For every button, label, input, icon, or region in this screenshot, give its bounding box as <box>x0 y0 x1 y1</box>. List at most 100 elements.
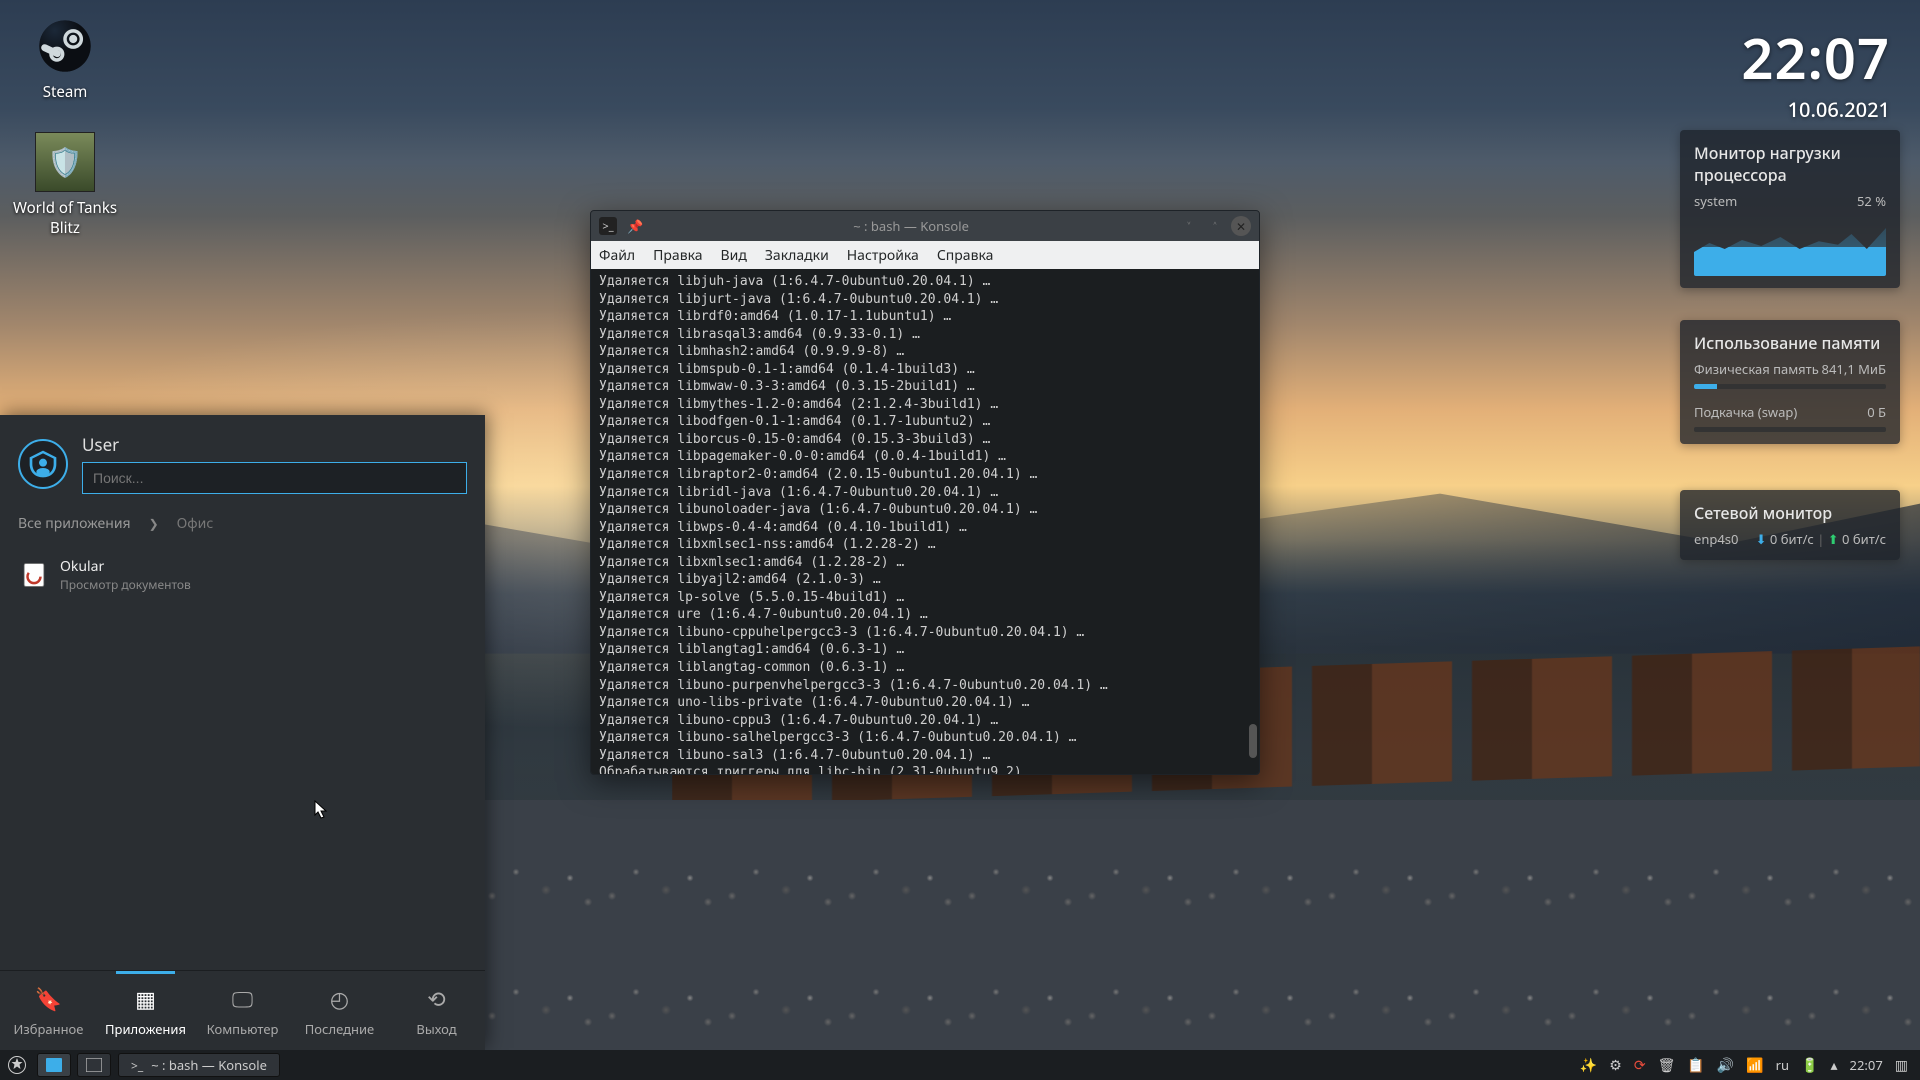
cpu-widget: Монитор нагрузки процессора system 52 % <box>1680 130 1900 288</box>
cpu-widget-title: Монитор нагрузки процессора <box>1694 142 1886 186</box>
search-input[interactable] <box>82 462 467 494</box>
tray-icon[interactable]: ✨ <box>1580 1056 1597 1075</box>
tray-update-icon[interactable]: ⟳ <box>1634 1056 1646 1075</box>
tray-notifications-icon[interactable]: ▥ <box>1895 1056 1908 1075</box>
menu-settings[interactable]: Настройка <box>847 246 919 265</box>
terminal-line: Удаляется librdf0:amd64 (1.0.17-1.1ubunt… <box>599 308 1251 326</box>
terminal-line: Удаляется uno-libs-private (1:6.4.7-0ubu… <box>599 694 1251 712</box>
terminal-line: Удаляется libuno-sal3 (1:6.4.7-0ubuntu0.… <box>599 747 1251 765</box>
launcher-tabs: 🔖 Избранное ▦ Приложения 🖵 Компьютер ◴ П… <box>0 970 485 1050</box>
app-item-name: Okular <box>60 557 191 576</box>
terminal-line: Удаляется libridl-java (1:6.4.7-0ubuntu0… <box>599 484 1251 502</box>
terminal-line: Удаляется lp-solve (5.5.0.15-4build1) … <box>599 589 1251 607</box>
tray-expand-icon[interactable]: ▴ <box>1831 1056 1838 1075</box>
crumb-all-apps[interactable]: Все приложения <box>18 514 131 533</box>
cpu-graph <box>1694 216 1886 276</box>
terminal-line: Удаляется ure (1:6.4.7-0ubuntu0.20.04.1)… <box>599 606 1251 624</box>
menu-bookmarks[interactable]: Закладки <box>765 246 829 265</box>
terminal-line: Удаляется librasqal3:amd64 (0.9.33-0.1) … <box>599 326 1251 344</box>
cpu-value: 52 % <box>1857 192 1886 210</box>
tab-computer[interactable]: 🖵 Компьютер <box>194 971 291 1050</box>
system-tray: ✨ ⚙ ⟳ 🗑 📋 🔊 📶 ru 🔋 ▴ 22:07 ▥ <box>1568 1050 1920 1080</box>
tab-recent[interactable]: ◴ Последние <box>291 971 388 1050</box>
tab-leave[interactable]: ⟲ Выход <box>388 971 485 1050</box>
terminal-line: Удаляется libuno-cppu3 (1:6.4.7-0ubuntu0… <box>599 712 1251 730</box>
terminal-line: Удаляется libmwaw-0.3-3:amd64 (0.3.15-2b… <box>599 378 1251 396</box>
terminal-line: Удаляется libmhash2:amd64 (0.9.9.9-8) … <box>599 343 1251 361</box>
app-item-desc: Просмотр документов <box>60 576 191 593</box>
menu-view[interactable]: Вид <box>721 246 747 265</box>
tray-network-icon[interactable]: 📶 <box>1746 1056 1763 1075</box>
crumb-category[interactable]: Офис <box>177 514 214 533</box>
menubar: Файл Правка Вид Закладки Настройка Справ… <box>591 241 1259 269</box>
okular-icon <box>20 561 48 589</box>
mem-swap-label: Подкачка (swap) <box>1694 403 1797 421</box>
steam-icon <box>33 14 97 78</box>
mem-swap-value: 0 Б <box>1867 403 1886 421</box>
pinned-filemanager[interactable] <box>77 1053 111 1077</box>
tab-applications[interactable]: ▦ Приложения <box>97 971 194 1050</box>
maximize-button[interactable]: ˄ <box>1205 216 1225 236</box>
net-rates: ⬇ 0 бит/с | ⬆ 0 бит/с <box>1756 530 1886 548</box>
terminal-line: Удаляется libxmlsec1:amd64 (1.2.28-2) … <box>599 554 1251 572</box>
app-item-okular[interactable]: Okular Просмотр документов <box>0 549 485 601</box>
clock-widget: 22:07 10.06.2021 <box>1741 20 1890 123</box>
pin-icon[interactable]: 📌 <box>627 217 643 235</box>
tray-keyboard-layout[interactable]: ru <box>1776 1056 1789 1074</box>
tray-clipboard-icon[interactable]: 📋 <box>1687 1056 1704 1075</box>
network-widget: Сетевой монитор enp4s0 ⬇ 0 бит/с | ⬆ 0 б… <box>1680 490 1900 560</box>
tray-trash-icon[interactable]: 🗑 <box>1658 1056 1676 1075</box>
wot-icon: 🛡️ <box>33 130 97 194</box>
task-title: ~ : bash — Konsole <box>151 1056 267 1074</box>
memory-title: Использование памяти <box>1694 332 1886 354</box>
terminal-line: Удаляется libwps-0.4-4:amd64 (0.4.10-1bu… <box>599 519 1251 537</box>
titlebar[interactable]: >_ 📌 ~ : bash — Konsole ˅ ˄ ✕ <box>591 211 1259 241</box>
taskbar: >_ ~ : bash — Konsole ✨ ⚙ ⟳ 🗑 📋 🔊 📶 ru 🔋… <box>0 1050 1920 1080</box>
monitor-icon: 🖵 <box>232 984 253 1014</box>
desktop-icon-label: Steam <box>10 82 120 102</box>
cpu-label: system <box>1694 192 1737 210</box>
terminal-line: Удаляется libxmlsec1-nss:amd64 (1.2.28-2… <box>599 536 1251 554</box>
terminal-line: Удаляется liborcus-0.15-0:amd64 (0.15.3-… <box>599 431 1251 449</box>
terminal-line: Удаляется libuno-purpenvhelpergcc3-3 (1:… <box>599 677 1251 695</box>
start-button[interactable] <box>0 1050 34 1080</box>
menu-edit[interactable]: Правка <box>653 246 702 265</box>
user-avatar[interactable] <box>18 439 68 489</box>
terminal-output[interactable]: Удаляется libjuh-java (1:6.4.7-0ubuntu0.… <box>591 269 1259 774</box>
close-button[interactable]: ✕ <box>1231 216 1251 236</box>
tray-volume-icon[interactable]: 🔊 <box>1717 1056 1734 1075</box>
app-launcher: User Все приложения ❯ Офис Okular Просмо… <box>0 415 485 1050</box>
mouse-cursor <box>314 800 328 820</box>
desktop-icon-wot[interactable]: 🛡️ World of Tanks Blitz <box>10 130 120 238</box>
chevron-right-icon: ❯ <box>149 515 159 532</box>
username-label: User <box>82 433 467 456</box>
clock-date: 10.06.2021 <box>1741 96 1890 123</box>
terminal-line: Удаляется libunoloader-java (1:6.4.7-0ub… <box>599 501 1251 519</box>
terminal-line: Удаляется libmythes-1.2-0:amd64 (2:1.2.4… <box>599 396 1251 414</box>
desktop-icon-label: World of Tanks Blitz <box>10 198 120 238</box>
tab-favorites[interactable]: 🔖 Избранное <box>0 971 97 1050</box>
pinned-desktop[interactable] <box>37 1053 71 1077</box>
tray-battery-icon[interactable]: 🔋 <box>1801 1056 1818 1075</box>
menu-help[interactable]: Справка <box>937 246 994 265</box>
bookmark-icon: 🔖 <box>35 984 62 1014</box>
terminal-line: Удаляется liblangtag-common (0.6.3-1) … <box>599 659 1251 677</box>
tray-icon[interactable]: ⚙ <box>1609 1056 1622 1075</box>
task-konsole[interactable]: >_ ~ : bash — Konsole <box>118 1053 280 1077</box>
tray-clock[interactable]: 22:07 <box>1850 1056 1883 1074</box>
menu-file[interactable]: Файл <box>599 246 635 265</box>
terminal-line: Удаляется liblangtag1:amd64 (0.6.3-1) … <box>599 641 1251 659</box>
terminal-line: Удаляется libodfgen-0.1-1:amd64 (0.1.7-1… <box>599 413 1251 431</box>
terminal-line: Удаляется libmspub-0.1-1:amd64 (0.1.4-1b… <box>599 361 1251 379</box>
minimize-button[interactable]: ˅ <box>1179 216 1199 236</box>
terminal-icon: >_ <box>131 1057 143 1074</box>
konsole-window[interactable]: >_ 📌 ~ : bash — Konsole ˅ ˄ ✕ Файл Правк… <box>590 210 1260 775</box>
terminal-line: Удаляется libyajl2:amd64 (2.1.0-3) … <box>599 571 1251 589</box>
clock-time: 22:07 <box>1741 20 1890 96</box>
terminal-line: Обрабатываются триггеры для libc-bin (2.… <box>599 764 1251 774</box>
terminal-line: Удаляется libjuh-java (1:6.4.7-0ubuntu0.… <box>599 273 1251 291</box>
terminal-icon: >_ <box>599 217 617 235</box>
desktop-icon-steam[interactable]: Steam <box>10 14 120 102</box>
net-iface: enp4s0 <box>1694 530 1738 548</box>
terminal-scrollbar[interactable] <box>1249 273 1257 770</box>
